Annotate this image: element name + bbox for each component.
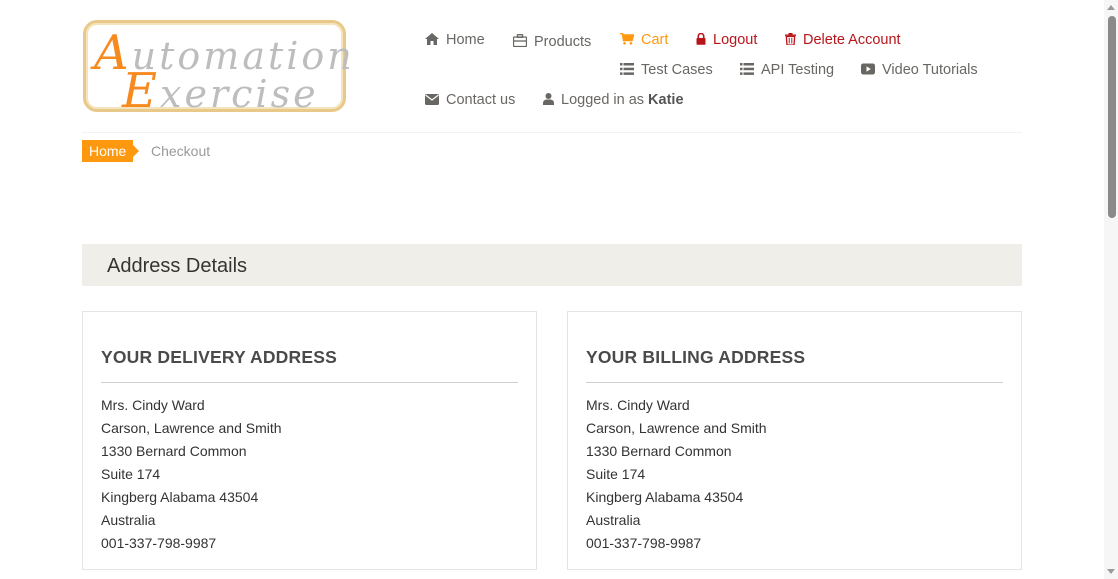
- logo-line-2: Exercise: [122, 63, 319, 119]
- billing-address-box: YOUR BILLING ADDRESS Mrs. Cindy Ward Car…: [567, 311, 1022, 570]
- home-icon: [425, 33, 439, 47]
- nav-video-tutorials[interactable]: Video Tutorials: [861, 62, 978, 78]
- youtube-play-icon: [861, 63, 875, 77]
- briefcase-icon: [512, 33, 528, 49]
- lock-icon: [696, 32, 706, 47]
- user-icon: [543, 93, 554, 107]
- envelope-icon: [425, 93, 439, 107]
- delivery-address-box: YOUR DELIVERY ADDRESS Mrs. Cindy Ward Ca…: [82, 311, 537, 570]
- header-divider: [82, 132, 1022, 133]
- address-phone: 001-337-798-9987: [586, 535, 702, 551]
- address-country: Australia: [101, 512, 156, 528]
- trash-icon: [785, 33, 796, 47]
- site-logo[interactable]: Automation Exercise: [83, 20, 352, 119]
- nav-home[interactable]: Home: [425, 32, 485, 48]
- address-city-state-zip: Kingberg Alabama 43504: [586, 489, 744, 505]
- address-company: Carson, Lawrence and Smith: [101, 420, 282, 436]
- delivery-address-lines: Mrs. Cindy Ward Carson, Lawrence and Smi…: [101, 397, 282, 558]
- address-phone: 001-337-798-9987: [101, 535, 217, 551]
- billing-address-lines: Mrs. Cindy Ward Carson, Lawrence and Smi…: [586, 397, 767, 558]
- nav-delete-account[interactable]: Delete Account: [785, 32, 901, 48]
- address-line-1: 1330 Bernard Common: [586, 443, 732, 459]
- nav-products[interactable]: Products: [512, 32, 591, 50]
- address-city-state-zip: Kingberg Alabama 43504: [101, 489, 259, 505]
- delivery-address-title: YOUR DELIVERY ADDRESS: [101, 347, 337, 367]
- shopping-cart-icon: [620, 32, 635, 47]
- address-name: Mrs. Cindy Ward: [586, 397, 690, 413]
- address-company: Carson, Lawrence and Smith: [586, 420, 767, 436]
- nav-cart[interactable]: Cart: [620, 32, 668, 48]
- scroll-up-arrow-icon[interactable]: [1107, 5, 1115, 10]
- nav-contact-us[interactable]: Contact us: [425, 92, 515, 108]
- nav-test-cases[interactable]: Test Cases: [620, 62, 713, 78]
- address-details-heading: Address Details: [82, 244, 1022, 286]
- nav-api-testing[interactable]: API Testing: [740, 62, 834, 78]
- address-line-2: Suite 174: [101, 466, 161, 482]
- scroll-down-arrow-icon[interactable]: [1107, 569, 1115, 574]
- address-line-1: 1330 Bernard Common: [101, 443, 247, 459]
- address-country: Australia: [586, 512, 641, 528]
- divider: [586, 382, 1003, 383]
- username: Katie: [648, 92, 684, 108]
- divider: [101, 382, 518, 383]
- vertical-scrollbar[interactable]: [1104, 0, 1118, 579]
- address-name: Mrs. Cindy Ward: [101, 397, 205, 413]
- breadcrumb-home[interactable]: Home: [82, 140, 140, 162]
- scrollbar-thumb[interactable]: [1108, 16, 1116, 218]
- nav-logout[interactable]: Logout: [696, 32, 757, 48]
- section-title: Address Details: [107, 255, 248, 277]
- breadcrumb-current: Checkout: [151, 143, 211, 159]
- billing-address-title: YOUR BILLING ADDRESS: [586, 347, 806, 367]
- nav-logged-in-user: Logged in as Katie: [543, 92, 684, 108]
- list-icon: [740, 63, 754, 77]
- address-line-2: Suite 174: [586, 466, 646, 482]
- list-icon: [620, 63, 634, 77]
